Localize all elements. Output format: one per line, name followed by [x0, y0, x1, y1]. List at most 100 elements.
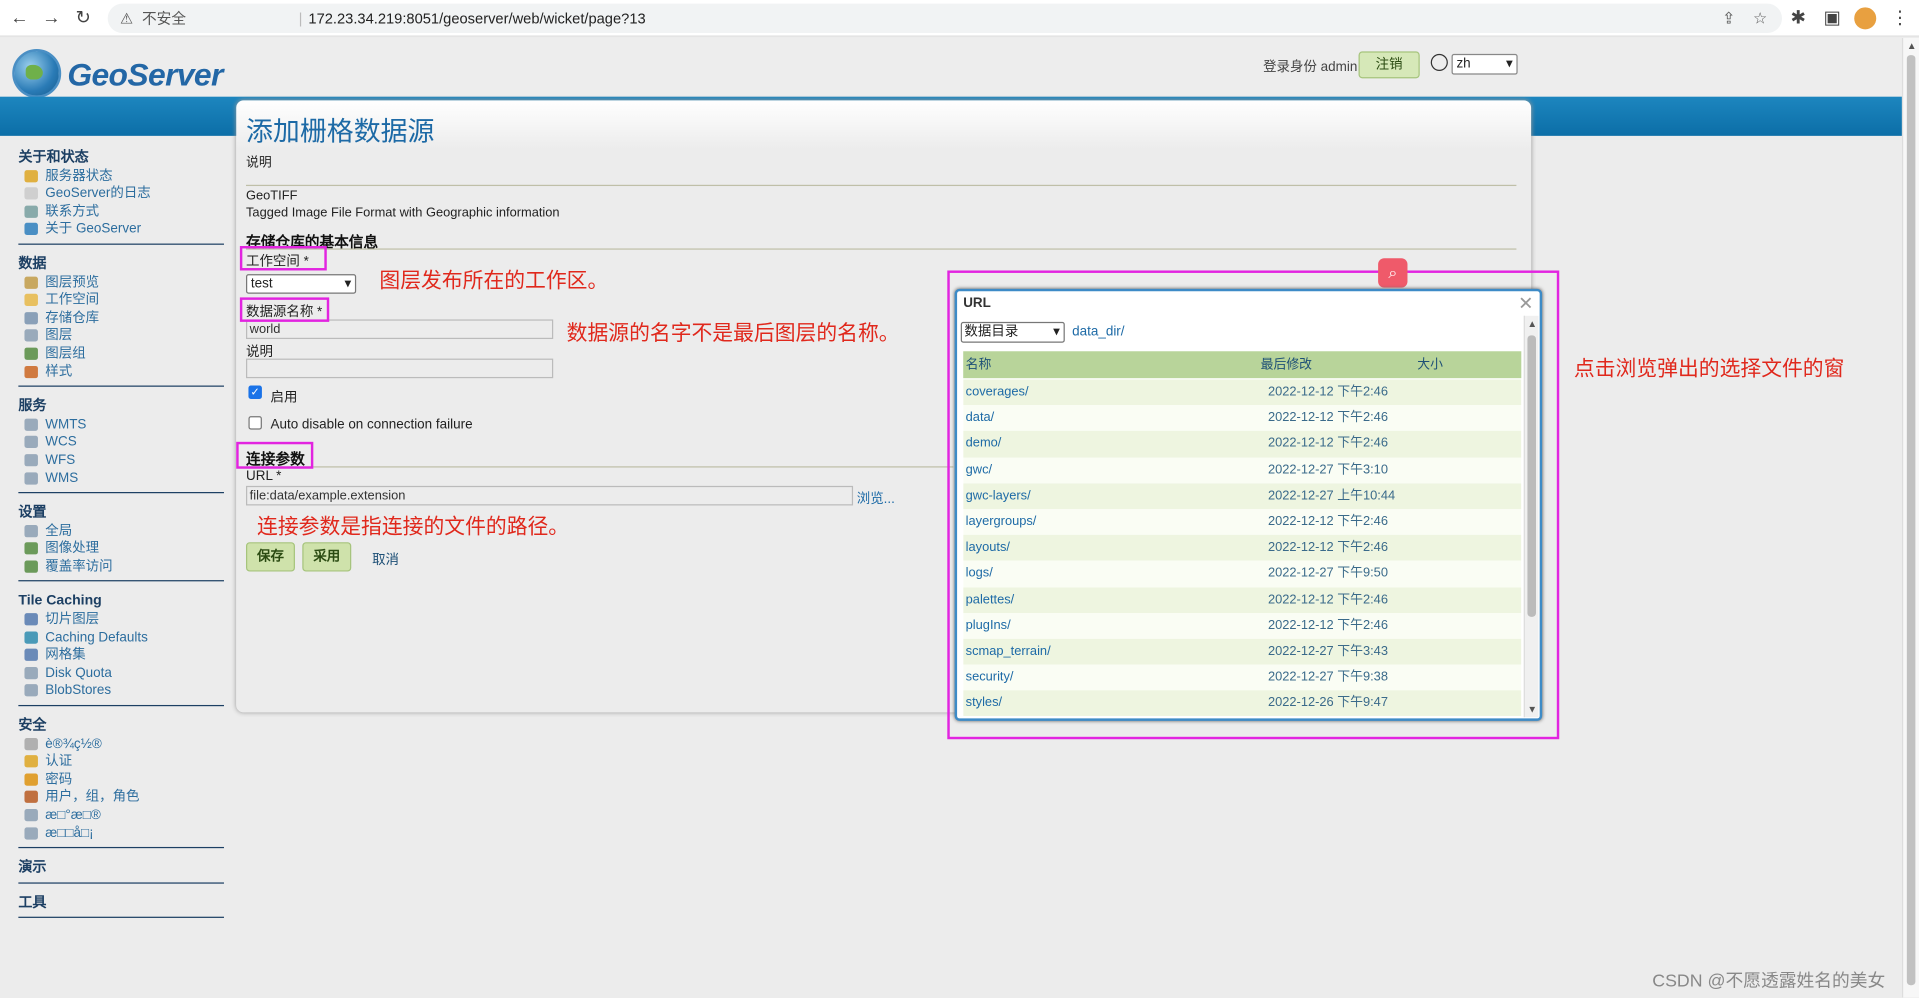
file-name[interactable]: gwc-layers/	[966, 483, 1031, 509]
col-size[interactable]: 大小	[1417, 351, 1443, 378]
sidebar-item[interactable]: 密码	[18, 771, 224, 789]
apply-button[interactable]: 采用	[302, 542, 352, 572]
sidebar-item[interactable]: 全局	[18, 522, 224, 540]
sidebar-item[interactable]: 图像处理	[18, 540, 224, 558]
file-name[interactable]: gwc/	[966, 457, 992, 483]
profile-avatar[interactable]	[1854, 7, 1877, 30]
close-icon[interactable]: ✕	[1518, 293, 1533, 315]
sidebar-item[interactable]: æ□°æ□®	[18, 807, 224, 825]
store-name-input[interactable]: world	[246, 319, 554, 340]
file-row[interactable]: layouts/2022-12-12 下午2:46	[963, 534, 1522, 561]
logout-button[interactable]: 注销	[1358, 51, 1420, 79]
sidebar-item[interactable]: WMS	[18, 469, 224, 487]
file-name[interactable]: data/	[966, 405, 995, 431]
save-button[interactable]: 保存	[246, 542, 295, 572]
bookmark-star-icon[interactable]: ☆	[1753, 4, 1767, 33]
sidebar-item[interactable]: 图层组	[18, 345, 224, 363]
workspace-select[interactable]: test	[246, 274, 357, 294]
file-name[interactable]: demo/	[966, 431, 1002, 457]
url-text[interactable]: 172.23.34.219:8051/geoserver/web/wicket/…	[308, 4, 645, 33]
sidebar-item[interactable]: Disk Quota	[18, 664, 224, 682]
sidepanel-icon[interactable]: ▣	[1824, 6, 1841, 30]
menu-icon[interactable]: ⋮	[1891, 6, 1909, 30]
sidebar-item-icon	[24, 755, 38, 768]
reload-icon[interactable]: ↻	[71, 6, 95, 30]
col-modified[interactable]: 最后修改	[1261, 351, 1312, 378]
col-name[interactable]: 名称	[966, 351, 992, 378]
sidebar-divider	[18, 385, 224, 387]
file-name[interactable]: layouts/	[966, 535, 1010, 561]
forward-icon[interactable]: →	[39, 6, 63, 30]
back-icon[interactable]: ←	[7, 6, 31, 30]
sidebar-item[interactable]: BlobStores	[18, 682, 224, 700]
geoserver-logo-icon[interactable]	[12, 48, 62, 98]
file-name[interactable]: security/	[966, 665, 1014, 691]
page-scrollbar[interactable]: ▲	[1901, 37, 1919, 998]
file-modified: 2022-12-12 下午2:46	[1267, 410, 1388, 425]
sidebar-item[interactable]: Caching Defaults	[18, 629, 224, 647]
sidebar-item[interactable]: 图层	[18, 327, 224, 345]
sidebar-item[interactable]: WMTS	[18, 416, 224, 434]
root-dir-select[interactable]: 数据目录	[960, 321, 1065, 343]
extensions-icon[interactable]: ✱	[1791, 6, 1806, 30]
sidebar-item[interactable]: 切片图层	[18, 611, 224, 629]
dialog-scroll-thumb[interactable]	[1527, 335, 1536, 617]
sidebar-item[interactable]: 关于 GeoServer	[18, 221, 224, 239]
sidebar-item-label: 密码	[45, 772, 73, 787]
sidebar-item[interactable]: æ□□å□¡	[18, 824, 224, 842]
file-name[interactable]: palettes/	[966, 587, 1015, 613]
file-row[interactable]: plugIns/2022-12-12 下午2:46	[963, 612, 1522, 639]
sidebar-item[interactable]: 工作空间	[18, 291, 224, 309]
sidebar-item[interactable]: 认证	[18, 753, 224, 771]
current-path-link[interactable]: data_dir/	[1072, 324, 1124, 339]
enabled-checkbox[interactable]: ✓	[248, 385, 262, 399]
url-input[interactable]: file:data/example.extension	[246, 485, 854, 506]
search-icon[interactable]: ⌕	[1378, 258, 1408, 288]
sidebar-item-icon	[24, 666, 38, 680]
cancel-link[interactable]: 取消	[372, 550, 399, 570]
file-row[interactable]: logs/2022-12-27 下午9:50	[963, 560, 1522, 587]
logo-text[interactable]: GeoServer	[67, 56, 223, 94]
share-icon[interactable]: ⇪	[1722, 4, 1735, 33]
autodisable-checkbox[interactable]	[248, 416, 262, 430]
sidebar-item[interactable]: 网格集	[18, 647, 224, 665]
address-bar[interactable]: ⚠ 不安全 | 172.23.34.219:8051/geoserver/web…	[107, 3, 1782, 34]
sidebar-item[interactable]: 样式	[18, 363, 224, 381]
store-description-input[interactable]	[246, 358, 554, 379]
file-name[interactable]: scmap_terrain/	[966, 639, 1051, 665]
file-name[interactable]: layergroups/	[966, 509, 1037, 535]
sidebar-item[interactable]: 图层预览	[18, 274, 224, 292]
sidebar-item[interactable]: GeoServer的日志	[18, 185, 224, 203]
file-row[interactable]: data/2022-12-12 下午2:46	[963, 405, 1522, 432]
sidebar-item[interactable]: 用户，组，角色	[18, 789, 224, 807]
sidebar-item[interactable]: 联系方式	[18, 203, 224, 221]
sidebar-item[interactable]: 覆盖率访问	[18, 558, 224, 576]
language-select[interactable]: zh	[1451, 53, 1518, 75]
file-row[interactable]: security/2022-12-27 下午9:38	[963, 664, 1522, 691]
scroll-up-icon[interactable]: ▲	[1907, 40, 1917, 51]
file-name[interactable]: logs/	[966, 561, 993, 587]
file-row[interactable]: coverages/2022-12-12 下午2:46	[963, 379, 1522, 406]
file-row[interactable]: scmap_terrain/2022-12-27 下午3:43	[963, 638, 1522, 665]
scroll-thumb[interactable]	[1906, 55, 1916, 986]
file-name[interactable]: coverages/	[966, 379, 1029, 405]
sidebar-item[interactable]: 服务器状态	[18, 167, 224, 185]
file-name[interactable]: plugIns/	[966, 613, 1011, 639]
sidebar-divider	[18, 917, 224, 919]
file-row[interactable]: layergroups/2022-12-12 下午2:46	[963, 509, 1522, 535]
file-row[interactable]: gwc/2022-12-27 下午3:10	[963, 457, 1522, 484]
sidebar-item[interactable]: è®¾ç½®	[18, 735, 224, 753]
scroll-up-icon[interactable]: ▲	[1527, 318, 1537, 329]
sidebar-item[interactable]: 存储仓库	[18, 309, 224, 327]
dialog-scrollbar[interactable]: ▲ ▼	[1523, 315, 1539, 718]
file-row[interactable]: styles/2022-12-26 下午9:47	[963, 690, 1522, 717]
sidebar-item[interactable]: WCS	[18, 434, 224, 452]
file-row[interactable]: palettes/2022-12-12 下午2:46	[963, 586, 1522, 613]
sidebar-item[interactable]: WFS	[18, 452, 224, 470]
file-name[interactable]: styles/	[966, 691, 1002, 717]
file-row[interactable]: gwc-layers/2022-12-27 上午10:44	[963, 483, 1522, 510]
file-row[interactable]: demo/2022-12-12 下午2:46	[963, 431, 1522, 458]
browse-link[interactable]: 浏览...	[857, 488, 895, 508]
sidebar-item-icon	[24, 365, 38, 378]
scroll-down-icon[interactable]: ▼	[1527, 704, 1537, 715]
